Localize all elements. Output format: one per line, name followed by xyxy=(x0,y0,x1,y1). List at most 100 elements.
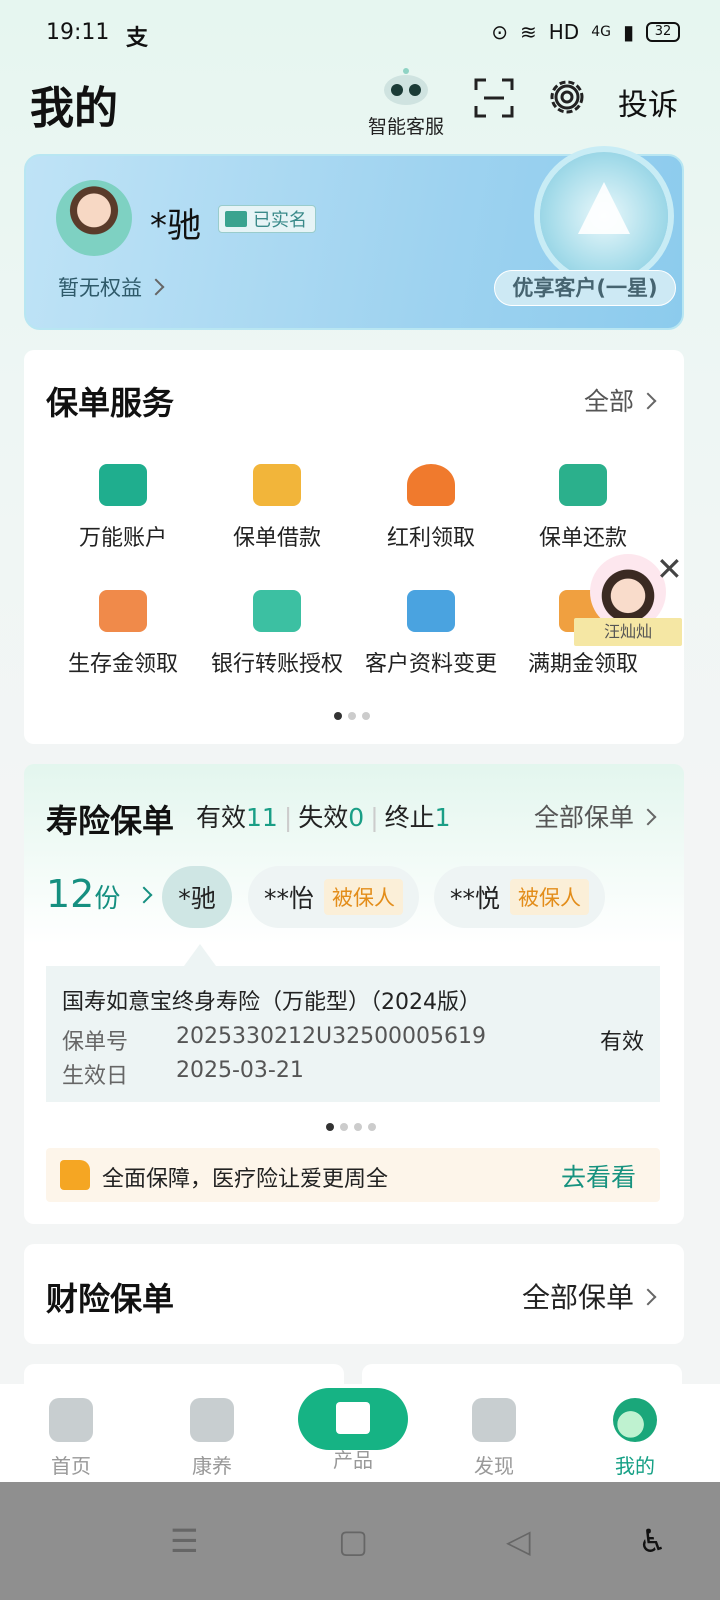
status-icons: ⊙ ≋ HD 4G ▮ 32 xyxy=(491,20,680,44)
battery-icon: 32 xyxy=(646,22,680,42)
insured-chip[interactable]: **悦 被保人 xyxy=(434,866,606,928)
service-label: 保单借款 xyxy=(232,526,321,551)
all-label: 全部 xyxy=(584,387,635,416)
tier-badge[interactable]: 优享客户(一星) xyxy=(494,270,676,306)
home-icon xyxy=(49,1398,93,1442)
wifi-icon: ≋ xyxy=(520,20,537,44)
bank-card-icon xyxy=(253,590,301,632)
service-policy-loan[interactable]: 保单借款 xyxy=(202,464,352,552)
service-label: 万能账户 xyxy=(78,526,167,551)
policy-name: 国寿如意宝终身寿险（万能型）（2024版） xyxy=(62,990,481,1015)
insured-chip[interactable]: **怡 被保人 xyxy=(248,866,420,928)
property-all-policies-link[interactable]: 全部保单 xyxy=(522,1276,657,1316)
back-icon[interactable]: ◁ xyxy=(506,1522,531,1560)
customer-service-label: 智能客服 xyxy=(368,116,445,138)
chevron-right-icon xyxy=(639,392,657,410)
service-label: 客户资料变更 xyxy=(364,652,497,677)
close-icon[interactable]: ✕ xyxy=(656,550,683,588)
policy-service-all-link[interactable]: 全部 xyxy=(584,382,657,418)
chevron-right-icon xyxy=(135,886,153,903)
thumbs-up-icon xyxy=(60,1160,90,1190)
service-bank-transfer[interactable]: 银行转账授权 xyxy=(202,590,352,678)
insured-tag: 被保人 xyxy=(324,879,404,915)
status-time: 19:11 xyxy=(46,20,110,45)
shield-icon xyxy=(190,1398,234,1442)
service-profile-change[interactable]: 客户资料变更 xyxy=(356,590,506,678)
home-square-icon[interactable]: ▢ xyxy=(338,1522,368,1560)
rights-label: 暂无权益 xyxy=(58,276,142,300)
products-button[interactable] xyxy=(298,1388,408,1450)
lapsed-label: 失效 xyxy=(298,803,349,832)
valid-count: 11 xyxy=(246,803,278,832)
scan-icon[interactable] xyxy=(474,78,514,118)
promo-text: 全面保障，医疗险让爱更周全 xyxy=(102,1167,389,1192)
rights-link[interactable]: 暂无权益 xyxy=(58,272,165,302)
chip-name: **悦 xyxy=(450,884,501,913)
system-nav-bar: ☰ ▢ ◁ ♿ xyxy=(0,1482,720,1600)
wallet-icon xyxy=(99,464,147,506)
document-return-icon xyxy=(559,464,607,506)
all-policies-label: 全部保单 xyxy=(534,803,635,832)
promo-banner[interactable]: 全面保障，医疗险让爱更周全 去看看 xyxy=(46,1148,660,1202)
service-label: 红利领取 xyxy=(386,526,475,551)
user-card-icon xyxy=(407,590,455,632)
customer-service-button[interactable]: 智能客服 xyxy=(368,66,444,139)
tab-home[interactable]: 首页 xyxy=(26,1398,116,1479)
policy-no-label: 保单号 xyxy=(62,1030,129,1055)
shopping-bag-icon xyxy=(336,1402,370,1434)
terminated-count: 1 xyxy=(434,803,451,832)
service-label: 生存金领取 xyxy=(67,652,178,677)
policy-count-unit: 份 xyxy=(94,884,121,914)
network-label: HD xyxy=(548,20,580,44)
service-survival-benefit[interactable]: 生存金领取 xyxy=(48,590,198,678)
insured-chip[interactable]: *驰 xyxy=(162,866,232,928)
chip-name: *驰 xyxy=(178,884,216,913)
avatar[interactable] xyxy=(56,180,132,256)
document-icon xyxy=(253,464,301,506)
tab-mine[interactable]: 我的 xyxy=(590,1398,680,1479)
life-all-policies-link[interactable]: 全部保单 xyxy=(534,798,657,834)
valid-label: 有效 xyxy=(196,803,247,832)
compass-icon xyxy=(472,1398,516,1442)
cell-label: 4G xyxy=(591,24,611,40)
service-pager xyxy=(334,712,370,720)
service-label: 满期金领取 xyxy=(527,652,638,677)
chip-pointer xyxy=(184,944,216,966)
complain-button[interactable]: 投诉 xyxy=(618,80,678,124)
property-policy-title: 财险保单 xyxy=(46,1280,175,1318)
chevron-right-icon xyxy=(639,1288,657,1306)
user-name: *驰 xyxy=(150,206,201,246)
house-yuan-icon xyxy=(99,590,147,632)
effective-date: 2025-03-21 xyxy=(176,1058,304,1083)
tab-wellness[interactable]: 康养 xyxy=(167,1398,257,1479)
service-dividend[interactable]: 红利领取 xyxy=(356,464,506,552)
policy-count-link[interactable]: 12份 xyxy=(46,872,153,916)
chevron-right-icon xyxy=(147,278,165,296)
tab-discover[interactable]: 发现 xyxy=(449,1398,539,1479)
settings-icon[interactable] xyxy=(546,76,588,118)
policy-card[interactable]: 国寿如意宝终身寿险（万能型）（2024版） 保单号 2025330212U325… xyxy=(46,966,660,1102)
accessibility-icon[interactable]: ♿ xyxy=(638,1522,667,1560)
signal-icon: ▮ xyxy=(622,20,634,44)
terminated-label: 终止 xyxy=(384,803,435,832)
verified-badge: 已实名 xyxy=(218,205,316,233)
service-universal-account[interactable]: 万能账户 xyxy=(48,464,198,552)
service-label: 保单还款 xyxy=(538,526,627,551)
location-icon: ⊙ xyxy=(491,20,508,44)
effective-date-label: 生效日 xyxy=(62,1064,129,1089)
tier-medal-icon xyxy=(540,152,668,280)
service-loan-repayment[interactable]: 保单还款 xyxy=(508,464,658,552)
promo-action[interactable]: 去看看 xyxy=(561,1158,636,1194)
policy-counts: 有效11 | 失效0 | 终止1 xyxy=(196,803,451,832)
policy-pager xyxy=(326,1123,376,1131)
tab-label: 我的 xyxy=(615,1454,655,1478)
page-title: 我的 xyxy=(30,83,118,134)
status-bar: 19:11 支 ⊙ ≋ HD 4G ▮ 32 xyxy=(0,0,720,64)
mine-icon xyxy=(613,1398,657,1442)
tab-label: 康养 xyxy=(192,1454,232,1478)
verified-label: 已实名 xyxy=(253,210,307,231)
chip-name: **怡 xyxy=(264,884,315,913)
tab-label: 发现 xyxy=(474,1454,514,1478)
menu-icon[interactable]: ☰ xyxy=(170,1522,199,1560)
robot-icon xyxy=(384,68,428,105)
